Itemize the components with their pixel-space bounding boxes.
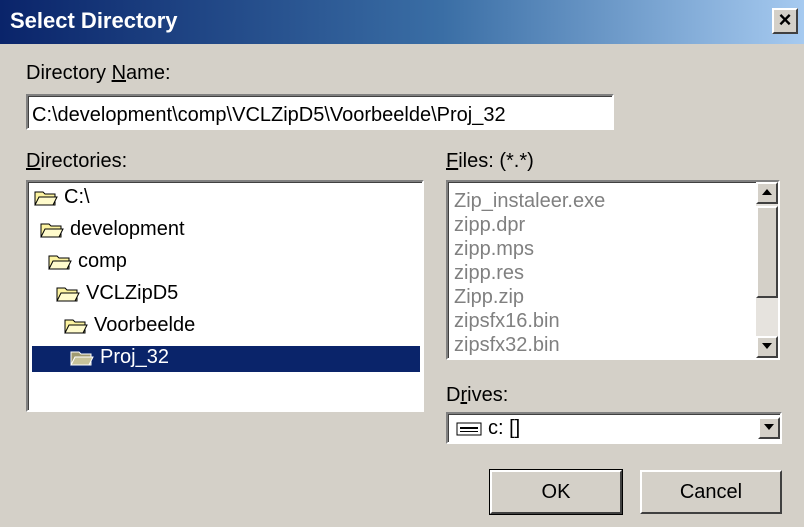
- folder-open-icon: [64, 319, 88, 334]
- ok-button[interactable]: OK: [489, 469, 623, 515]
- file-item[interactable]: zipsfx32.bin: [454, 334, 560, 357]
- chevron-down-icon: [764, 424, 774, 430]
- directories-label: Directories:: [26, 150, 128, 172]
- dir-item-development[interactable]: development: [40, 218, 185, 244]
- arrow-down-icon: [762, 343, 772, 349]
- scroll-down-button[interactable]: [756, 336, 778, 358]
- close-button[interactable]: ×: [772, 8, 798, 34]
- file-item[interactable]: Zipp.zip: [454, 286, 524, 309]
- dir-item-proj32[interactable]: Proj_32: [32, 346, 420, 372]
- title-bar: Select Directory ×: [0, 0, 804, 44]
- dir-item-voorbeelde[interactable]: Voorbeelde: [64, 314, 195, 340]
- drives-dropdown-button[interactable]: [758, 417, 780, 439]
- dir-item-root[interactable]: C:\: [34, 186, 90, 212]
- arrow-up-icon: [762, 189, 772, 195]
- directories-list[interactable]: C:\ development comp VCLZipD5 Voorbeelde…: [26, 180, 424, 412]
- directory-name-label: Directory Name:: [26, 62, 171, 84]
- files-list[interactable]: Zip_instaleer.exe zipp.dpr zipp.mps zipp…: [446, 180, 780, 360]
- file-item[interactable]: zipp.mps: [454, 238, 534, 261]
- file-item[interactable]: zipp.dpr: [454, 214, 525, 237]
- drives-select[interactable]: c: []: [446, 412, 782, 444]
- scroll-thumb[interactable]: [756, 206, 778, 298]
- scroll-up-button[interactable]: [756, 182, 778, 204]
- files-scrollbar[interactable]: [756, 182, 778, 358]
- folder-open-icon: [40, 223, 64, 238]
- folder-open-icon: [34, 191, 58, 206]
- dir-item-vclzipd5[interactable]: VCLZipD5: [56, 282, 178, 308]
- drives-label: Drives:: [446, 384, 509, 406]
- drives-value: c: []: [456, 417, 520, 440]
- directory-name-input[interactable]: C:\development\comp\VCLZipD5\Voorbeelde\…: [26, 94, 614, 130]
- file-item[interactable]: Zip_instaleer.exe: [454, 190, 605, 213]
- file-item[interactable]: zipsfx16.bin: [454, 310, 560, 333]
- file-item[interactable]: zipp.res: [454, 262, 524, 285]
- cancel-button[interactable]: Cancel: [640, 470, 782, 514]
- files-label: Files: (*.*): [446, 150, 534, 172]
- folder-open-icon: [56, 287, 80, 302]
- dir-item-comp[interactable]: comp: [48, 250, 127, 276]
- folder-open-icon: [70, 351, 94, 366]
- folder-open-icon: [48, 255, 72, 270]
- window-title: Select Directory: [10, 8, 178, 33]
- drive-icon: [456, 422, 482, 436]
